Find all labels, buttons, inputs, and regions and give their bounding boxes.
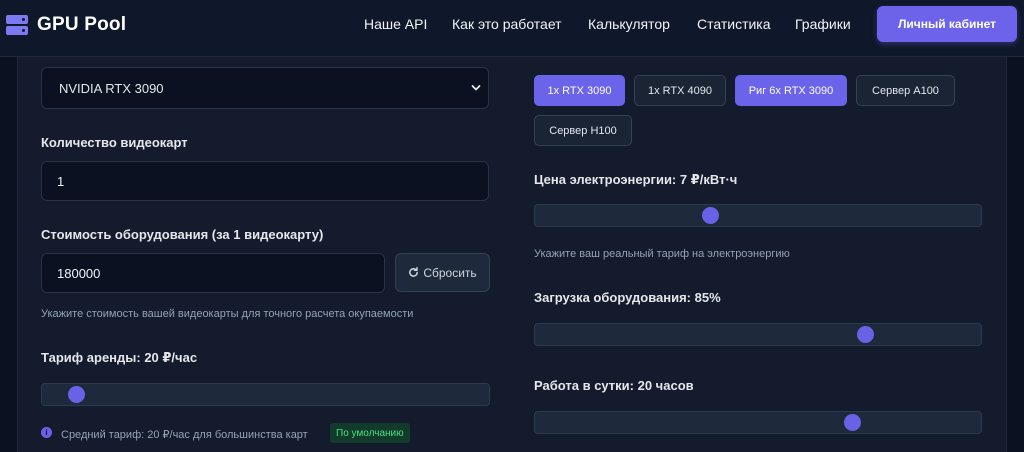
hardware-cost-input[interactable]: 180000 [41,253,385,293]
preset-label: Сервер A100 [872,84,939,97]
quantity-label: Количество видеокарт [41,135,188,150]
nav-link-calculator[interactable]: Калькулятор [588,16,670,32]
refresh-icon [409,267,419,277]
preset-server-h100[interactable]: Сервер H100 [534,115,632,146]
logo[interactable]: GPU Pool [6,12,126,38]
server-logo-icon [6,14,28,36]
reset-button[interactable]: Сбросить [395,253,490,292]
rent-rate-hint: Средний тариф: 20 ₽/час для большинства … [61,429,308,441]
preset-server-a100[interactable]: Сервер A100 [856,75,955,106]
default-badge: По умолчанию [330,423,410,443]
hardware-cost-hint: Укажите стоимость вашей видеокарты для т… [41,308,414,320]
hardware-load-label: Загрузка оборудования: 85% [534,290,721,305]
reset-label: Сбросить [423,265,477,280]
gpu-model-select[interactable]: NVIDIA RTX 3090 [41,67,489,109]
nav-link-api[interactable]: Наше API [364,16,427,32]
quantity-input[interactable]: 1 [41,161,489,201]
preset-1x-rtx-3090[interactable]: 1x RTX 3090 [534,75,625,106]
preset-label: 1x RTX 4090 [647,84,712,97]
hardware-load-slider[interactable] [534,323,982,346]
rent-rate-label: Тариф аренды: 20 ₽/час [41,350,198,365]
preset-label: Риг 6x RTX 3090 [748,84,834,97]
nav-link-how-it-works[interactable]: Как это работает [452,16,562,32]
quantity-value: 1 [57,173,65,189]
hours-per-day-slider-thumb[interactable] [844,414,861,431]
preset-label: Сервер H100 [549,124,617,137]
electricity-price-slider-thumb[interactable] [702,207,719,224]
electricity-price-label: Цена электроэнергии: 7 ₽/кВт·ч [534,172,738,187]
electricity-price-hint: Укажите ваш реальный тариф на электроэне… [534,248,790,260]
rent-rate-slider-thumb[interactable] [68,386,85,403]
preset-rig-6x-rtx-3090[interactable]: Риг 6x RTX 3090 [735,75,847,106]
top-navbar: GPU Pool Наше API Как это работает Кальк… [0,0,1024,57]
hardware-cost-value: 180000 [57,265,101,281]
hardware-cost-label: Стоимость оборудования (за 1 видеокарту) [41,227,324,242]
personal-cabinet-button[interactable]: Личный кабинет [877,6,1017,42]
nav-link-charts[interactable]: Графики [795,16,851,32]
hardware-load-slider-thumb[interactable] [857,326,874,343]
electricity-price-slider[interactable] [534,204,982,227]
rent-rate-slider[interactable] [41,383,490,406]
info-icon: i [41,427,52,438]
hours-per-day-slider[interactable] [534,411,982,434]
logo-text: GPU Pool [37,14,127,35]
chevron-down-icon [471,85,481,91]
hours-per-day-label: Работа в сутки: 20 часов [534,378,694,393]
preset-1x-rtx-4090[interactable]: 1x RTX 4090 [634,75,726,106]
gpu-model-value: NVIDIA RTX 3090 [59,80,164,96]
preset-label: 1x RTX 3090 [547,84,612,97]
nav-link-statistics[interactable]: Статистика [697,16,771,32]
